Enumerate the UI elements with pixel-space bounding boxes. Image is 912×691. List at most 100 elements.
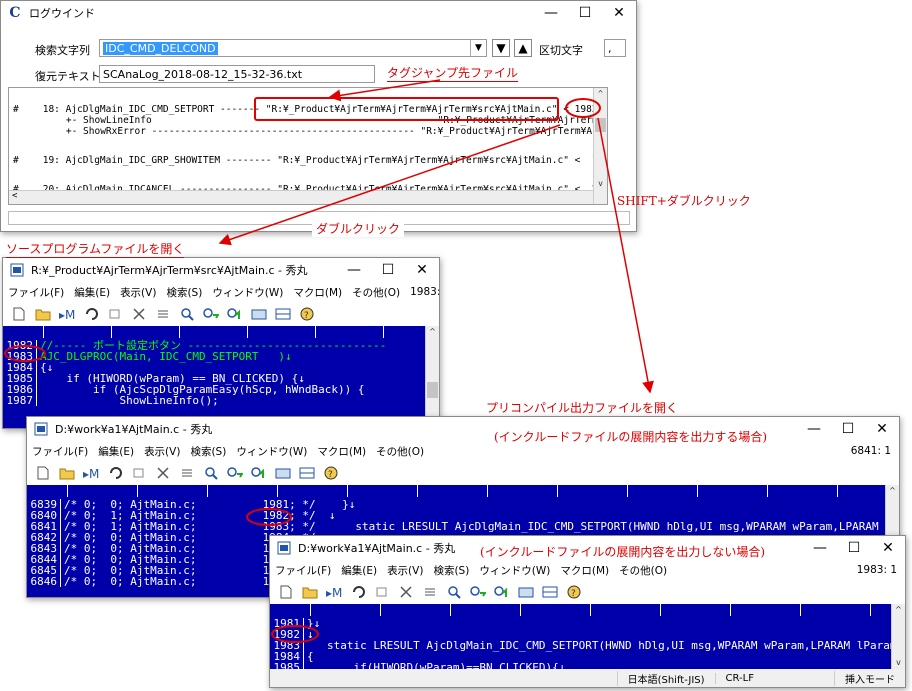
- minimize-button[interactable]: —: [337, 258, 371, 282]
- open-folder-icon[interactable]: [300, 583, 320, 601]
- find-icon[interactable]: [444, 583, 464, 601]
- minimize-button[interactable]: —: [797, 417, 831, 441]
- menu-search[interactable]: 検索(S): [428, 563, 474, 578]
- help-icon[interactable]: ?: [564, 583, 584, 601]
- restore-text-field[interactable]: SCAnaLog_2018-08-12_15-32-36.txt: [99, 65, 375, 83]
- new-file-icon[interactable]: [276, 583, 296, 601]
- copy-icon[interactable]: [372, 583, 392, 601]
- editor3-text-area[interactable]: 1981}↓ 1982 ↓ 1983 static LRESULT AjcDlgMa…: [270, 616, 893, 671]
- log-row[interactable]: #19: AjcDlgMain_IDC_GRP_SHOWITEM -------…: [13, 155, 607, 166]
- log-hscrollbar[interactable]: <: [9, 190, 593, 204]
- find-next-icon[interactable]: [225, 464, 245, 482]
- undo-icon[interactable]: [348, 583, 368, 601]
- scroll-thumb[interactable]: [595, 118, 606, 132]
- find-next-icon[interactable]: [201, 305, 221, 323]
- split-icon[interactable]: [540, 583, 560, 601]
- menu-view[interactable]: 表示(V): [115, 285, 161, 300]
- open-folder-icon[interactable]: [33, 305, 53, 323]
- menu-other[interactable]: その他(O): [614, 563, 672, 578]
- scroll-thumb[interactable]: [427, 382, 438, 398]
- encoding-status[interactable]: 日本語(Shift-JIS): [616, 670, 715, 686]
- scroll-up-icon[interactable]: ^: [426, 326, 439, 338]
- find-prev-icon[interactable]: [225, 305, 245, 323]
- scroll-up-icon[interactable]: ^: [594, 88, 607, 100]
- close-button[interactable]: ✕: [602, 1, 636, 25]
- search-up-button[interactable]: ▲: [514, 39, 532, 57]
- find-prev-icon[interactable]: [492, 583, 512, 601]
- new-file-icon[interactable]: [9, 305, 29, 323]
- editor3-vscrollbar[interactable]: ^ v: [891, 604, 905, 669]
- editor2-titlebar[interactable]: D:¥work¥a1¥AjtMain.c - 秀丸 — ☐ ✕: [27, 417, 899, 441]
- minimize-button[interactable]: —: [534, 1, 568, 25]
- split-icon[interactable]: [273, 305, 293, 323]
- menu-other[interactable]: その他(O): [347, 285, 405, 300]
- help-icon[interactable]: ?: [321, 464, 341, 482]
- window-icon[interactable]: [249, 305, 269, 323]
- menu-view[interactable]: 表示(V): [139, 444, 185, 459]
- copy-icon[interactable]: [129, 464, 149, 482]
- menu-search[interactable]: 検索(S): [161, 285, 207, 300]
- find-prev-icon[interactable]: [249, 464, 269, 482]
- scroll-left-icon[interactable]: <: [12, 191, 17, 201]
- window-icon[interactable]: [516, 583, 536, 601]
- search-combobox[interactable]: IDC_CMD_DELCOND ▼: [99, 39, 487, 57]
- scroll-up-icon[interactable]: ^: [886, 485, 899, 497]
- maximize-button[interactable]: ☐: [568, 1, 602, 25]
- menu-other[interactable]: その他(O): [371, 444, 429, 459]
- scroll-up-icon[interactable]: ^: [892, 604, 905, 616]
- save-icon[interactable]: ▸M: [57, 305, 77, 323]
- menu-file[interactable]: ファイル(F): [270, 563, 336, 578]
- menu-macro[interactable]: マクロ(M): [555, 563, 614, 578]
- paste-icon[interactable]: [177, 464, 197, 482]
- menu-edit[interactable]: 編集(E): [69, 285, 115, 300]
- search-down-button[interactable]: ▼: [492, 39, 510, 57]
- menu-window[interactable]: ウィンドウ(W): [474, 563, 555, 578]
- log-window-titlebar[interactable]: C ログウインド — ☐ ✕: [1, 1, 636, 25]
- window-icon[interactable]: [273, 464, 293, 482]
- menu-search[interactable]: 検索(S): [185, 444, 231, 459]
- menu-edit[interactable]: 編集(E): [336, 563, 382, 578]
- maximize-button[interactable]: ☐: [837, 536, 871, 560]
- close-button[interactable]: ✕: [871, 536, 905, 560]
- close-button[interactable]: ✕: [865, 417, 899, 441]
- menu-macro[interactable]: マクロ(M): [288, 285, 347, 300]
- menu-edit[interactable]: 編集(E): [93, 444, 139, 459]
- find-next-icon[interactable]: [468, 583, 488, 601]
- find-icon[interactable]: [201, 464, 221, 482]
- menu-file[interactable]: ファイル(F): [27, 444, 93, 459]
- maximize-button[interactable]: ☐: [831, 417, 865, 441]
- new-file-icon[interactable]: [33, 464, 53, 482]
- editor1-titlebar[interactable]: R:¥_Product¥AjrTerm¥AjrTerm¥src¥AjtMain.…: [3, 258, 439, 282]
- insert-mode-status[interactable]: 挿入モード: [834, 670, 905, 686]
- cut-icon[interactable]: [396, 583, 416, 601]
- maximize-button[interactable]: ☐: [371, 258, 405, 282]
- menu-file[interactable]: ファイル(F): [3, 285, 69, 300]
- paste-icon[interactable]: [420, 583, 440, 601]
- menu-view[interactable]: 表示(V): [382, 563, 428, 578]
- log-row[interactable]: +- ShowRxError -------------------------…: [13, 126, 607, 137]
- find-icon[interactable]: [177, 305, 197, 323]
- split-icon[interactable]: [297, 464, 317, 482]
- cut-icon[interactable]: [129, 305, 149, 323]
- editor1-vscrollbar[interactable]: ^: [425, 326, 439, 428]
- undo-icon[interactable]: [105, 464, 125, 482]
- linebreak-status[interactable]: CR-LF: [714, 672, 764, 684]
- cut-icon[interactable]: [153, 464, 173, 482]
- delimiter-input[interactable]: ,: [604, 39, 626, 57]
- menu-window[interactable]: ウィンドウ(W): [231, 444, 312, 459]
- menu-macro[interactable]: マクロ(M): [312, 444, 371, 459]
- save-icon[interactable]: ▸M: [81, 464, 101, 482]
- dropdown-arrow-icon[interactable]: ▼: [470, 40, 486, 56]
- close-button[interactable]: ✕: [405, 258, 439, 282]
- editor-line: 1983 static LRESULT AjcDlgMain_IDC_CMD_SE…: [270, 640, 893, 651]
- paste-icon[interactable]: [153, 305, 173, 323]
- scroll-down-icon[interactable]: v: [892, 657, 905, 669]
- undo-icon[interactable]: [81, 305, 101, 323]
- menu-window[interactable]: ウィンドウ(W): [207, 285, 288, 300]
- scroll-down-icon[interactable]: v: [594, 178, 607, 190]
- open-folder-icon[interactable]: [57, 464, 77, 482]
- help-icon[interactable]: ?: [297, 305, 317, 323]
- minimize-button[interactable]: —: [803, 536, 837, 560]
- save-icon[interactable]: ▸M: [324, 583, 344, 601]
- copy-icon[interactable]: [105, 305, 125, 323]
